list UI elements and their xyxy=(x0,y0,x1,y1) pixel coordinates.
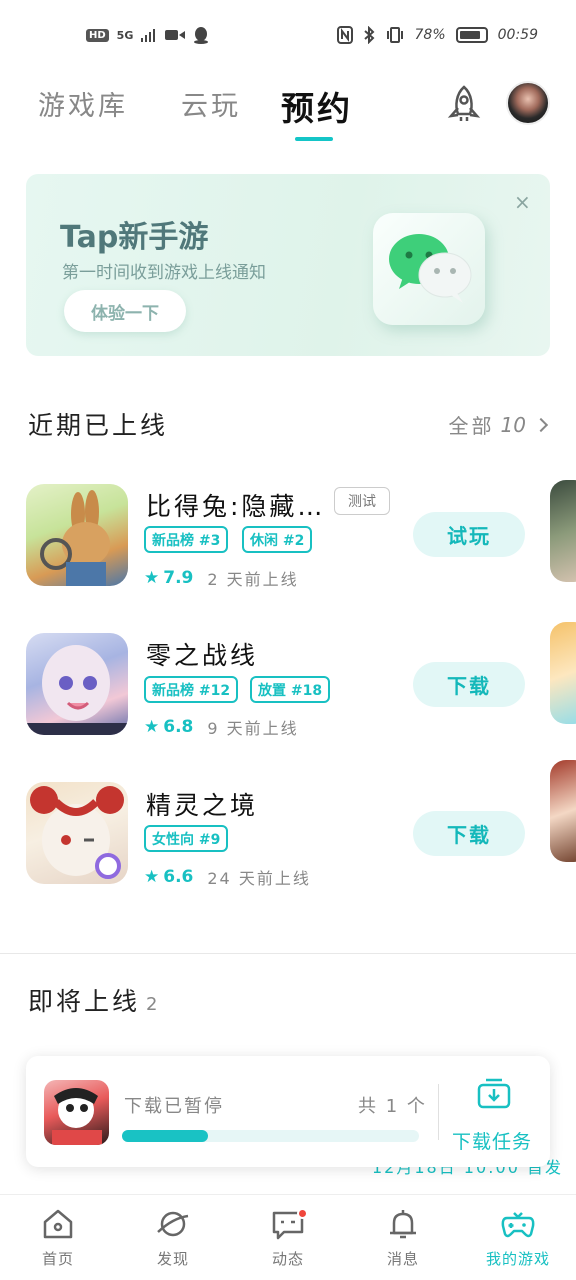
nav-label: 首页 xyxy=(41,1250,74,1268)
home-icon xyxy=(43,1209,73,1239)
release-time: 2 天前上线 xyxy=(207,570,299,589)
download-button[interactable]: 下载 xyxy=(413,662,525,707)
nav-label: 动态 xyxy=(271,1250,304,1268)
banner-subtitle: 第一时间收到游戏上线通知 xyxy=(62,263,266,283)
view-all-count: 10 xyxy=(500,412,526,437)
nav-label: 发现 xyxy=(156,1250,189,1268)
nav-label: 我的游戏 xyxy=(485,1250,550,1268)
close-icon[interactable]: × xyxy=(514,190,531,214)
game-icon-zero-front[interactable] xyxy=(26,633,128,735)
tab-cloud-play[interactable]: 云玩 xyxy=(181,84,241,123)
game-name[interactable]: 精灵之境 xyxy=(146,786,258,822)
section-divider xyxy=(0,953,576,954)
rating-score: 6.8 xyxy=(163,717,194,737)
chevron-right-icon xyxy=(533,417,549,432)
battery-percent: 78% xyxy=(414,27,446,43)
user-avatar[interactable] xyxy=(506,81,550,125)
signal-icon xyxy=(141,29,156,42)
nfc-icon xyxy=(336,26,353,44)
download-task-button[interactable]: 下载任务 xyxy=(452,1127,532,1154)
status-bar: HD 5G 78% 00:59 xyxy=(0,0,576,70)
status-left: HD 5G xyxy=(86,26,209,44)
tag-new-chart[interactable]: 新品榜 #12 xyxy=(144,676,239,703)
gamepad-icon xyxy=(501,1212,535,1238)
tag-new-chart[interactable]: 新品榜 #3 xyxy=(144,526,229,553)
planet-icon xyxy=(157,1211,189,1237)
star-icon: ★ xyxy=(144,867,160,887)
upcoming-title: 即将上线 xyxy=(28,987,141,1016)
video-icon xyxy=(165,30,186,40)
view-all-label: 全部 xyxy=(448,414,495,438)
nav-messages[interactable]: 消息 xyxy=(363,1206,443,1269)
tab-game-library[interactable]: 游戏库 xyxy=(38,84,128,123)
tab-indicator xyxy=(295,137,333,141)
rating-row: ★ 6.8 9 天前上线 xyxy=(144,715,299,739)
nav-feed[interactable]: 动态 xyxy=(248,1206,328,1269)
tag-idle[interactable]: 放置 #18 xyxy=(250,676,331,703)
rating-row: ★ 6.6 24 天前上线 xyxy=(144,865,311,889)
try-play-button[interactable]: 试玩 xyxy=(413,512,525,557)
rating-score: 7.9 xyxy=(163,568,194,588)
peek-card[interactable] xyxy=(550,480,576,582)
nav-discover[interactable]: 发现 xyxy=(133,1206,213,1269)
tag-female[interactable]: 女性向 #9 xyxy=(144,825,229,852)
tag-casual[interactable]: 休闲 #2 xyxy=(242,526,313,553)
vibrate-icon xyxy=(386,27,403,43)
download-status: 下载已暂停 xyxy=(124,1096,224,1117)
download-game-icon xyxy=(44,1080,109,1145)
bluetooth-icon xyxy=(363,26,374,44)
view-all-link[interactable]: 全部 10 xyxy=(448,410,549,439)
release-time: 24 天前上线 xyxy=(207,869,311,888)
hd-icon: HD xyxy=(86,28,109,42)
star-icon: ★ xyxy=(144,717,160,737)
test-badge: 测试 xyxy=(334,487,390,515)
star-icon: ★ xyxy=(144,568,160,588)
game-name[interactable]: 零之战线 xyxy=(146,636,258,672)
download-task-icon[interactable] xyxy=(476,1075,512,1111)
bell-icon xyxy=(390,1210,416,1239)
peek-card[interactable] xyxy=(550,760,576,862)
nav-my-games[interactable]: 我的游戏 xyxy=(478,1206,558,1269)
game-icon-spirit-realm[interactable] xyxy=(26,782,128,884)
download-button[interactable]: 下载 xyxy=(413,811,525,856)
wechat-icon xyxy=(373,213,485,325)
status-right: 78% 00:59 xyxy=(336,26,538,44)
network-label: 5G xyxy=(116,28,134,42)
upcoming-section-title: 即将上线 2 xyxy=(28,982,160,1018)
notification-dot xyxy=(297,1208,308,1219)
rating-score: 6.6 xyxy=(163,867,194,887)
peek-card[interactable] xyxy=(550,622,576,724)
battery-icon xyxy=(455,27,488,43)
download-progress-fill xyxy=(122,1130,208,1142)
qq-icon xyxy=(194,27,209,44)
nav-home[interactable]: 首页 xyxy=(18,1206,98,1269)
rating-row: ★ 7.9 2 天前上线 xyxy=(144,566,299,590)
rocket-icon[interactable] xyxy=(444,84,484,124)
tab-reservation[interactable]: 预约 xyxy=(281,82,353,130)
upcoming-count: 2 xyxy=(146,994,161,1015)
recent-section-title: 近期已上线 xyxy=(28,411,169,440)
banner-title: Tap新手游 xyxy=(60,220,209,255)
nav-label: 消息 xyxy=(386,1250,419,1268)
game-icon-peter-rabbit[interactable] xyxy=(26,484,128,586)
clock: 00:59 xyxy=(497,27,538,43)
try-button[interactable]: 体验一下 xyxy=(64,290,186,332)
download-separator xyxy=(438,1084,439,1140)
release-time: 9 天前上线 xyxy=(207,719,299,738)
download-total: 共 1 个 xyxy=(358,1096,427,1117)
game-name[interactable]: 比得兔:隐藏… xyxy=(146,487,325,523)
